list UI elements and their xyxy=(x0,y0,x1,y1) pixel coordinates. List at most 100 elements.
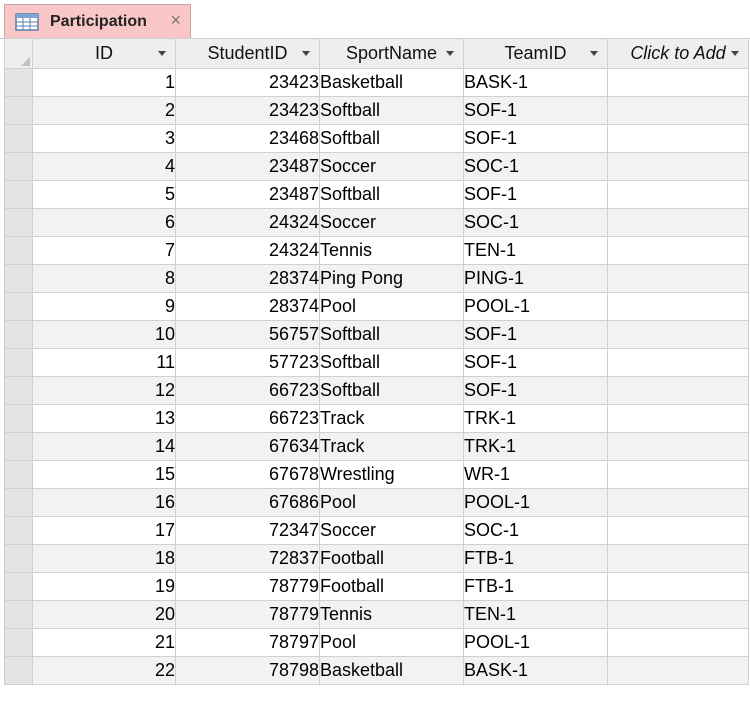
cell-studentid[interactable]: 78779 xyxy=(175,600,320,629)
cell-teamid[interactable]: SOC-1 xyxy=(463,516,608,545)
cell-click-to-add[interactable] xyxy=(607,432,749,461)
cell-sportname[interactable]: Basketball xyxy=(319,68,464,97)
table-row[interactable]: 7 24324 Tennis TEN-1 xyxy=(4,236,749,265)
cell-click-to-add[interactable] xyxy=(607,516,749,545)
cell-studentid[interactable]: 28374 xyxy=(175,264,320,293)
cell-click-to-add[interactable] xyxy=(607,544,749,573)
cell-id[interactable]: 11 xyxy=(32,348,176,377)
cell-studentid[interactable]: 24324 xyxy=(175,236,320,265)
cell-id[interactable]: 7 xyxy=(32,236,176,265)
cell-id[interactable]: 1 xyxy=(32,68,176,97)
table-row[interactable]: 20 78779 Tennis TEN-1 xyxy=(4,600,749,629)
column-header-click-to-add[interactable]: Click to Add xyxy=(607,38,749,69)
cell-teamid[interactable]: SOF-1 xyxy=(463,124,608,153)
row-selector[interactable] xyxy=(4,96,33,125)
row-selector[interactable] xyxy=(4,348,33,377)
table-row[interactable]: 17 72347 Soccer SOC-1 xyxy=(4,516,749,545)
select-all-button[interactable] xyxy=(4,38,33,69)
cell-teamid[interactable]: SOF-1 xyxy=(463,376,608,405)
cell-click-to-add[interactable] xyxy=(607,320,749,349)
table-row[interactable]: 12 66723 Softball SOF-1 xyxy=(4,376,749,405)
cell-click-to-add[interactable] xyxy=(607,68,749,97)
row-selector[interactable] xyxy=(4,208,33,237)
table-row[interactable]: 9 28374 Pool POOL-1 xyxy=(4,292,749,321)
row-selector[interactable] xyxy=(4,572,33,601)
cell-teamid[interactable]: BASK-1 xyxy=(463,656,608,685)
cell-studentid[interactable]: 78779 xyxy=(175,572,320,601)
row-selector[interactable] xyxy=(4,320,33,349)
cell-teamid[interactable]: TRK-1 xyxy=(463,404,608,433)
cell-click-to-add[interactable] xyxy=(607,656,749,685)
cell-id[interactable]: 18 xyxy=(32,544,176,573)
table-row[interactable]: 15 67678 Wrestling WR-1 xyxy=(4,460,749,489)
cell-sportname[interactable]: Softball xyxy=(319,124,464,153)
table-row[interactable]: 13 66723 Track TRK-1 xyxy=(4,404,749,433)
cell-id[interactable]: 6 xyxy=(32,208,176,237)
cell-teamid[interactable]: FTB-1 xyxy=(463,544,608,573)
cell-teamid[interactable]: SOF-1 xyxy=(463,180,608,209)
table-row[interactable]: 1 23423 Basketball BASK-1 xyxy=(4,68,749,97)
cell-sportname[interactable]: Soccer xyxy=(319,516,464,545)
cell-click-to-add[interactable] xyxy=(607,264,749,293)
table-row[interactable]: 18 72837 Football FTB-1 xyxy=(4,544,749,573)
cell-teamid[interactable]: SOF-1 xyxy=(463,320,608,349)
cell-teamid[interactable]: WR-1 xyxy=(463,460,608,489)
cell-id[interactable]: 12 xyxy=(32,376,176,405)
cell-sportname[interactable]: Track xyxy=(319,404,464,433)
table-row[interactable]: 3 23468 Softball SOF-1 xyxy=(4,124,749,153)
cell-studentid[interactable]: 66723 xyxy=(175,404,320,433)
cell-studentid[interactable]: 78798 xyxy=(175,656,320,685)
cell-studentid[interactable]: 72347 xyxy=(175,516,320,545)
cell-teamid[interactable]: FTB-1 xyxy=(463,572,608,601)
row-selector[interactable] xyxy=(4,292,33,321)
cell-teamid[interactable]: TEN-1 xyxy=(463,236,608,265)
table-row[interactable]: 4 23487 Soccer SOC-1 xyxy=(4,152,749,181)
row-selector[interactable] xyxy=(4,628,33,657)
cell-studentid[interactable]: 67686 xyxy=(175,488,320,517)
column-header-sportname[interactable]: SportName xyxy=(319,38,464,69)
cell-teamid[interactable]: TRK-1 xyxy=(463,432,608,461)
cell-id[interactable]: 14 xyxy=(32,432,176,461)
cell-sportname[interactable]: Football xyxy=(319,572,464,601)
column-header-teamid[interactable]: TeamID xyxy=(463,38,608,69)
cell-sportname[interactable]: Soccer xyxy=(319,208,464,237)
cell-sportname[interactable]: Tennis xyxy=(319,600,464,629)
table-row[interactable]: 19 78779 Football FTB-1 xyxy=(4,572,749,601)
cell-studentid[interactable]: 67678 xyxy=(175,460,320,489)
row-selector[interactable] xyxy=(4,68,33,97)
cell-studentid[interactable]: 66723 xyxy=(175,376,320,405)
cell-studentid[interactable]: 56757 xyxy=(175,320,320,349)
cell-studentid[interactable]: 28374 xyxy=(175,292,320,321)
cell-id[interactable]: 17 xyxy=(32,516,176,545)
cell-click-to-add[interactable] xyxy=(607,236,749,265)
cell-studentid[interactable]: 67634 xyxy=(175,432,320,461)
table-row[interactable]: 16 67686 Pool POOL-1 xyxy=(4,488,749,517)
cell-click-to-add[interactable] xyxy=(607,404,749,433)
cell-sportname[interactable]: Wrestling xyxy=(319,460,464,489)
row-selector[interactable] xyxy=(4,600,33,629)
cell-sportname[interactable]: Ping Pong xyxy=(319,264,464,293)
table-row[interactable]: 5 23487 Softball SOF-1 xyxy=(4,180,749,209)
cell-studentid[interactable]: 24324 xyxy=(175,208,320,237)
cell-click-to-add[interactable] xyxy=(607,292,749,321)
cell-click-to-add[interactable] xyxy=(607,124,749,153)
cell-sportname[interactable]: Pool xyxy=(319,292,464,321)
cell-click-to-add[interactable] xyxy=(607,152,749,181)
cell-id[interactable]: 5 xyxy=(32,180,176,209)
cell-click-to-add[interactable] xyxy=(607,600,749,629)
row-selector[interactable] xyxy=(4,544,33,573)
cell-id[interactable]: 13 xyxy=(32,404,176,433)
cell-teamid[interactable]: TEN-1 xyxy=(463,600,608,629)
row-selector[interactable] xyxy=(4,152,33,181)
cell-teamid[interactable]: SOC-1 xyxy=(463,152,608,181)
cell-sportname[interactable]: Soccer xyxy=(319,152,464,181)
row-selector[interactable] xyxy=(4,180,33,209)
dropdown-arrow-icon[interactable] xyxy=(590,51,598,56)
cell-studentid[interactable]: 23487 xyxy=(175,180,320,209)
row-selector[interactable] xyxy=(4,404,33,433)
cell-teamid[interactable]: PING-1 xyxy=(463,264,608,293)
row-selector[interactable] xyxy=(4,376,33,405)
table-row[interactable]: 8 28374 Ping Pong PING-1 xyxy=(4,264,749,293)
cell-id[interactable]: 4 xyxy=(32,152,176,181)
cell-id[interactable]: 19 xyxy=(32,572,176,601)
